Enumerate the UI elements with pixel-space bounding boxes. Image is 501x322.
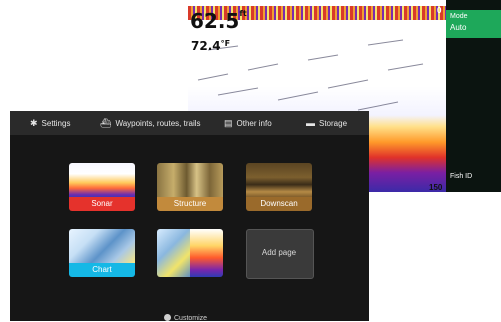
gear-icon: ✱ (30, 117, 38, 128)
chart-page-tile[interactable]: Chart (69, 229, 135, 277)
settings-button[interactable]: ✱ Settings (30, 117, 70, 129)
mode-label: Mode (450, 13, 468, 20)
depth-scale-top: 0 (437, 6, 442, 15)
temperature-value: 72.4 (191, 39, 221, 53)
chart-thumbnail (69, 229, 135, 265)
add-page-button[interactable]: Add page (246, 229, 314, 279)
mode-button[interactable]: Mode Auto (446, 10, 501, 38)
depth-value: 62.5 (190, 9, 240, 33)
downscan-page-tile[interactable]: Downscan (246, 163, 312, 211)
storage-button[interactable]: ▬ Storage (306, 117, 347, 129)
add-page-label: Add page (261, 248, 297, 257)
temperature-readout: 72.4°F (191, 39, 230, 53)
temperature-unit: °F (220, 39, 231, 48)
structure-tile-label: Structure (157, 197, 223, 211)
structure-page-tile[interactable]: Structure (157, 163, 223, 211)
downscan-tile-label: Downscan (246, 197, 312, 211)
chart-sonar-combo-tile[interactable] (157, 229, 223, 277)
waypoints-button[interactable]: ⛴ Waypoints, routes, trails (100, 117, 201, 129)
downscan-thumbnail (246, 163, 312, 199)
depth-scale-bottom: 150 (429, 183, 443, 192)
settings-label: Settings (41, 118, 71, 128)
customize-icon (164, 314, 171, 321)
other-info-label: Other info (236, 118, 272, 128)
sonar-page-tile[interactable]: Sonar (69, 163, 135, 211)
depth-unit: ft (239, 9, 247, 18)
info-icon: ▤ (224, 117, 233, 128)
waypoints-label: Waypoints, routes, trails (115, 118, 201, 128)
structure-thumbnail (157, 163, 223, 199)
home-screen: ✱ Settings ⛴ Waypoints, routes, trails ▤… (10, 111, 369, 322)
combo-sonar-thumbnail (190, 229, 223, 277)
mode-value: Auto (450, 23, 467, 32)
depth-readout: 62.5ft 72.4°F (190, 9, 247, 53)
sonar-tile-label: Sonar (69, 197, 135, 211)
folder-icon: ▬ (306, 117, 315, 128)
sonar-thumbnail (69, 163, 135, 199)
chart-tile-label: Chart (69, 263, 135, 277)
combo-chart-thumbnail (157, 229, 190, 277)
storage-label: Storage (319, 118, 348, 128)
other-info-button[interactable]: ▤ Other info (224, 117, 272, 129)
fish-id-button[interactable]: Fish ID (450, 173, 472, 180)
boat-icon: ⛴ (100, 117, 112, 128)
home-topbar: ✱ Settings ⛴ Waypoints, routes, trails ▤… (10, 111, 369, 135)
